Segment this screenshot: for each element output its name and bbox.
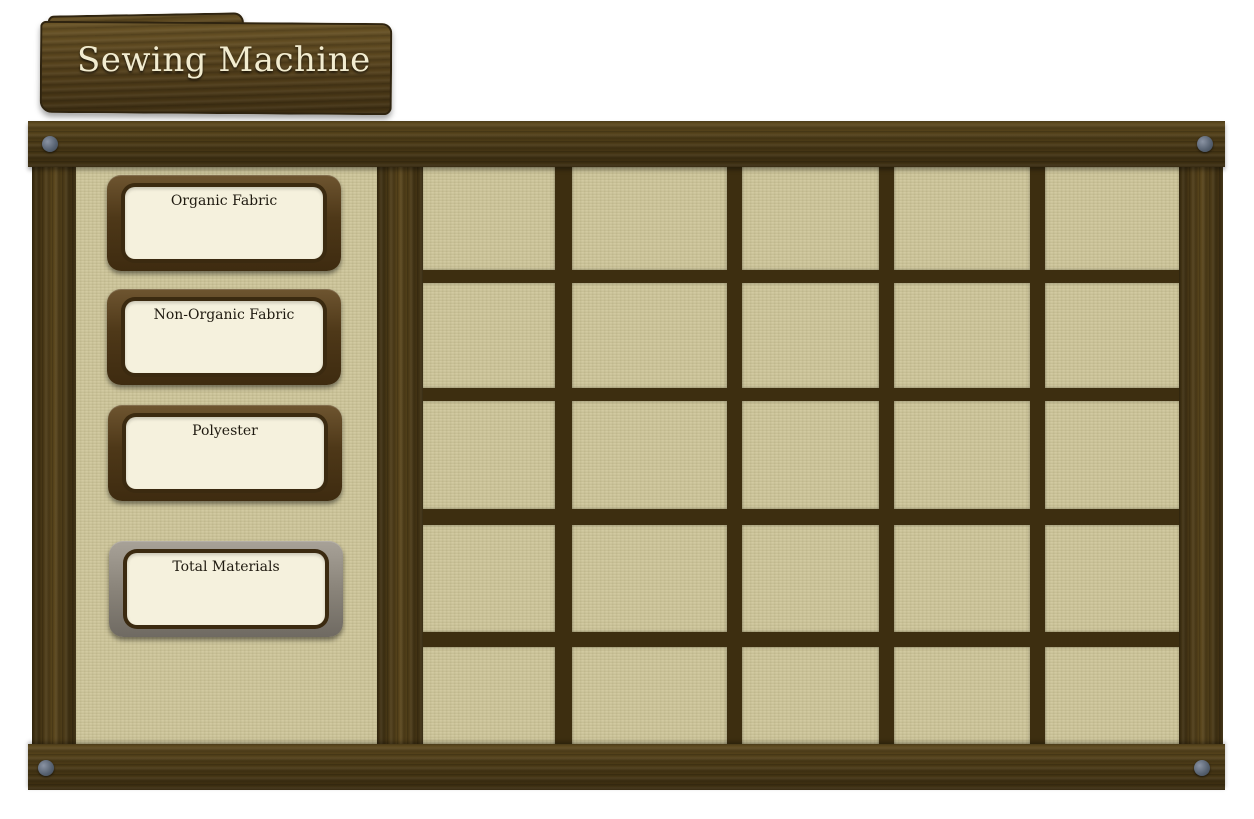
- title-sign: Sewing Machine: [39, 12, 396, 118]
- inventory-slot[interactable]: [894, 283, 1030, 388]
- inventory-slot[interactable]: [1045, 401, 1180, 509]
- inventory-slot[interactable]: [422, 525, 555, 632]
- inventory-grid: [422, 165, 1180, 747]
- inventory-slot[interactable]: [1045, 525, 1180, 632]
- inventory-slot[interactable]: [572, 401, 727, 509]
- material-slot-organic-fabric[interactable]: Organic Fabric: [107, 175, 341, 271]
- frame-divider-post: [377, 161, 423, 751]
- inventory-slot[interactable]: [422, 165, 555, 270]
- material-label: Polyester: [192, 423, 258, 439]
- inventory-slot[interactable]: [422, 647, 555, 747]
- inventory-slot[interactable]: [742, 525, 879, 632]
- frame-top-beam: [28, 121, 1225, 167]
- inventory-slot[interactable]: [572, 165, 727, 270]
- total-materials-label: Total Materials: [172, 559, 280, 575]
- frame-right-post: [1179, 161, 1223, 751]
- inventory-slot[interactable]: [894, 165, 1030, 270]
- inventory-slot[interactable]: [422, 401, 555, 509]
- inventory-slot[interactable]: [742, 401, 879, 509]
- inventory-slot[interactable]: [742, 647, 879, 747]
- material-label: Non-Organic Fabric: [153, 307, 295, 323]
- frame-left-post: [32, 161, 76, 751]
- material-slot-polyester[interactable]: Polyester: [108, 405, 342, 501]
- inventory-slot[interactable]: [422, 283, 555, 388]
- inventory-slot[interactable]: [742, 165, 879, 270]
- material-slot-non-organic-fabric[interactable]: Non-Organic Fabric: [107, 289, 341, 385]
- bolt-icon: [42, 136, 58, 152]
- inventory-slot[interactable]: [572, 525, 727, 632]
- material-slot-well: Organic Fabric: [125, 187, 323, 259]
- bolt-icon: [1194, 760, 1210, 776]
- inventory-slot[interactable]: [572, 647, 727, 747]
- total-materials-slot: Total Materials: [109, 541, 343, 637]
- frame-bottom-beam: [28, 744, 1225, 790]
- material-slot-well: Non-Organic Fabric: [125, 301, 323, 373]
- material-slot-well: Polyester: [126, 417, 324, 489]
- inventory-slot[interactable]: [742, 283, 879, 388]
- inventory-slot[interactable]: [894, 401, 1030, 509]
- inventory-slot[interactable]: [1045, 283, 1180, 388]
- inventory-slot[interactable]: [1045, 165, 1180, 270]
- page-title: Sewing Machine: [77, 40, 371, 80]
- inventory-slot[interactable]: [572, 283, 727, 388]
- bolt-icon: [38, 760, 54, 776]
- material-slot-well: Total Materials: [127, 553, 325, 625]
- inventory-slot[interactable]: [894, 525, 1030, 632]
- inventory-slot[interactable]: [894, 647, 1030, 747]
- inventory-slot[interactable]: [1045, 647, 1180, 747]
- material-label: Organic Fabric: [170, 193, 278, 209]
- bolt-icon: [1197, 136, 1213, 152]
